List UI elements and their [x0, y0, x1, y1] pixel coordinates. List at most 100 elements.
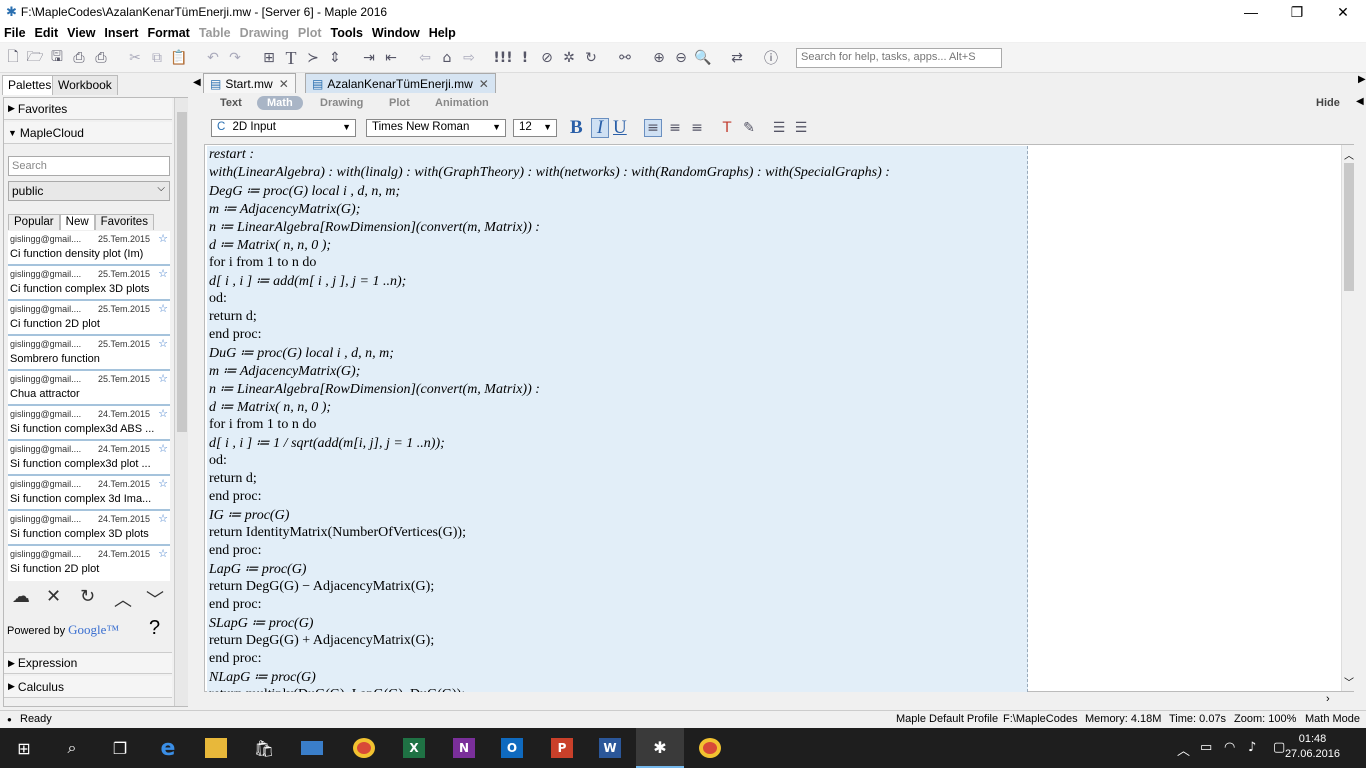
- code-line[interactable]: end proc:: [209, 651, 261, 667]
- file-explorer-icon[interactable]: [192, 728, 240, 768]
- cut-icon[interactable]: ✂: [126, 49, 144, 67]
- close-tab-icon[interactable]: ✕: [279, 77, 289, 91]
- list-item[interactable]: gislingg@gmail.... 25.Tem.2015 ☆ Ci functio…: [8, 266, 170, 301]
- code-line[interactable]: for i from 1 to n do: [209, 255, 316, 271]
- code-line[interactable]: end proc:: [209, 597, 261, 613]
- help-icon[interactable]: ⓘ: [762, 49, 780, 67]
- edge-icon[interactable]: e: [144, 728, 192, 768]
- tab-start[interactable]: ▤ Start.mw ✕: [203, 73, 296, 93]
- powerpoint-icon[interactable]: P: [538, 728, 586, 768]
- search-icon[interactable]: ⌕: [48, 728, 96, 768]
- align-center-icon[interactable]: ≡: [666, 119, 684, 137]
- code-line[interactable]: DuG ≔ proc(G) local i , d, n, m;: [209, 345, 394, 362]
- code-line[interactable]: return DegG(G) + AdjacencyMatrix(G);: [209, 633, 434, 649]
- font-select[interactable]: Times New Roman ▼: [366, 119, 506, 137]
- bullet-list-icon[interactable]: ☰: [770, 119, 788, 137]
- star-icon[interactable]: ☆: [158, 267, 168, 280]
- code-line[interactable]: end proc:: [209, 543, 261, 559]
- code-line[interactable]: d[ i , i ] ≔ 1 / sqrt(add(m[i, j], j = 1…: [209, 435, 445, 452]
- list-item[interactable]: gislingg@gmail.... 25.Tem.2015 ☆ Ci functio…: [8, 231, 170, 266]
- indent-icon[interactable]: ⇥: [360, 49, 378, 67]
- code-line[interactable]: return d;: [209, 309, 257, 325]
- list-item[interactable]: gislingg@gmail.... 25.Tem.2015 ☆ Ci functio…: [8, 301, 170, 336]
- list-item[interactable]: gislingg@gmail.... 25.Tem.2015 ☆ Sombrero f…: [8, 336, 170, 371]
- mode-drawing[interactable]: Drawing: [320, 97, 363, 109]
- cloud-search-input[interactable]: Search: [8, 156, 170, 176]
- app-icon[interactable]: [288, 728, 336, 768]
- code-line[interactable]: n ≔ LinearAlgebra[RowDimension](convert(…: [209, 381, 540, 398]
- close-tab-icon[interactable]: ✕: [479, 77, 489, 91]
- debug-icon[interactable]: ✲: [560, 49, 578, 67]
- tab-cloud-favorites[interactable]: Favorites: [94, 214, 154, 230]
- start-button[interactable]: ⊞: [0, 728, 48, 768]
- maplecloud-header[interactable]: ▼ MapleCloud: [4, 122, 172, 144]
- outdent-icon[interactable]: ⇤: [382, 49, 400, 67]
- undo-icon[interactable]: ↶: [204, 49, 222, 67]
- menu-format[interactable]: Format: [143, 26, 193, 40]
- favorites-palette-header[interactable]: ▶ Favorites: [4, 98, 172, 120]
- group-select[interactable]: public ⌵: [8, 181, 170, 201]
- menu-edit[interactable]: Edit: [31, 26, 63, 40]
- menu-help[interactable]: Help: [425, 26, 460, 40]
- tab-azalan[interactable]: ▤ AzalanKenarTümEnerji.mw ✕: [305, 73, 496, 93]
- star-icon[interactable]: ☆: [158, 232, 168, 245]
- scroll-down-icon[interactable]: ﹀: [1344, 674, 1354, 689]
- star-icon[interactable]: ☆: [158, 512, 168, 525]
- star-icon[interactable]: ☆: [158, 302, 168, 315]
- code-line[interactable]: restart :: [209, 147, 254, 163]
- volume-icon[interactable]: ♪: [1248, 740, 1256, 755]
- notifications-icon[interactable]: ▢: [1273, 740, 1285, 755]
- bold-button[interactable]: B: [570, 117, 583, 139]
- execute-all-icon[interactable]: !!!: [493, 49, 512, 67]
- menu-file[interactable]: File: [0, 26, 30, 40]
- code-line[interactable]: m ≔ AdjacencyMatrix(G);: [209, 201, 360, 218]
- palette-scrollbar[interactable]: [174, 98, 188, 706]
- outlook-icon[interactable]: O: [488, 728, 536, 768]
- highlight-icon[interactable]: ✎: [740, 119, 758, 137]
- star-icon[interactable]: ☆: [158, 337, 168, 350]
- list-item[interactable]: gislingg@gmail.... 24.Tem.2015 ☆ Si functio…: [8, 511, 170, 546]
- help-search-input[interactable]: Search for help, tasks, apps... Alt+S: [796, 48, 1002, 68]
- size-select[interactable]: 12 ▼: [513, 119, 557, 137]
- code-line[interactable]: NLapG ≔ proc(G): [209, 669, 316, 686]
- print-icon[interactable]: ⎙: [70, 49, 88, 67]
- list-item[interactable]: gislingg@gmail.... 25.Tem.2015 ☆ Chua attra…: [8, 371, 170, 406]
- worksheet[interactable]: restart : with(LinearAlgebra) : with(lina…: [204, 144, 1355, 702]
- mode-text[interactable]: Text: [220, 97, 242, 109]
- onenote-icon[interactable]: N: [440, 728, 488, 768]
- print-preview-icon[interactable]: ⎙: [92, 49, 110, 67]
- align-left-icon[interactable]: ≡: [644, 119, 662, 137]
- align-right-icon[interactable]: ≡: [688, 119, 706, 137]
- close-button[interactable]: ✕: [1320, 0, 1366, 24]
- code-line[interactable]: IG ≔ proc(G): [209, 507, 289, 524]
- mode-plot[interactable]: Plot: [389, 97, 410, 109]
- code-line[interactable]: od:: [209, 453, 227, 469]
- chrome-icon-2[interactable]: [686, 728, 734, 768]
- code-line[interactable]: d[ i , i ] ≔ add(m[ i , j ], j = 1 ..n);: [209, 273, 406, 290]
- copy-icon[interactable]: ⧉: [148, 49, 166, 67]
- list-item[interactable]: gislingg@gmail.... 24.Tem.2015 ☆ Si functio…: [8, 546, 170, 581]
- mode-animation[interactable]: Animation: [435, 97, 489, 109]
- new-document-icon[interactable]: 🗋: [4, 49, 22, 67]
- task-view-icon[interactable]: ❐: [96, 728, 144, 768]
- menu-tools[interactable]: Tools: [327, 26, 367, 40]
- refresh-icon[interactable]: ↻: [80, 586, 95, 607]
- code-line[interactable]: DegG ≔ proc(G) local i , d, n, m;: [209, 183, 400, 200]
- text-color-icon[interactable]: T: [718, 119, 736, 137]
- wifi-icon[interactable]: ◠: [1224, 740, 1235, 755]
- zoom-icon[interactable]: 🔍: [694, 49, 712, 67]
- battery-icon[interactable]: ▭: [1200, 740, 1212, 755]
- italic-button[interactable]: I: [591, 118, 609, 138]
- insert-paragraph-icon[interactable]: ⇕: [326, 49, 344, 67]
- maple-taskbar-icon[interactable]: ✱: [636, 728, 684, 768]
- code-line[interactable]: SLapG ≔ proc(G): [209, 615, 313, 632]
- expression-palette-header[interactable]: ▶ Expression: [4, 652, 172, 674]
- horizontal-scrollbar[interactable]: ›: [204, 692, 1354, 708]
- underline-button[interactable]: U: [613, 117, 627, 139]
- tab-palettes[interactable]: Palettes: [2, 75, 58, 95]
- store-icon[interactable]: 🛍: [240, 728, 288, 768]
- code-line[interactable]: n ≔ LinearAlgebra[RowDimension](convert(…: [209, 219, 540, 236]
- code-line[interactable]: with(LinearAlgebra) : with(linalg) : wit…: [209, 165, 890, 181]
- paste-icon[interactable]: 📋: [170, 49, 188, 67]
- forward-icon[interactable]: ⇨: [460, 49, 478, 67]
